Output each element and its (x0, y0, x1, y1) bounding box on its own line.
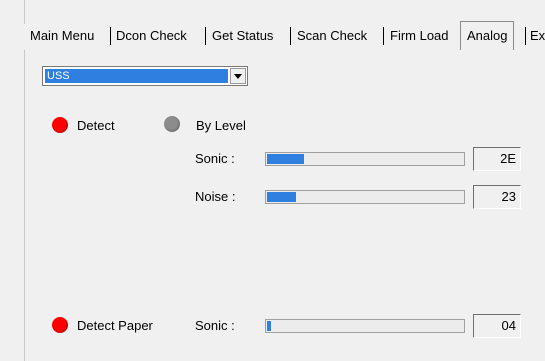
tab-separator (290, 27, 291, 45)
detect-label: Detect (77, 118, 115, 133)
paper-sonic-value: 04 (473, 314, 521, 338)
by-level-indicator-icon (164, 116, 180, 132)
tab-dcon-check[interactable]: Dcon Check (116, 24, 187, 48)
analog-panel (30, 50, 545, 361)
tab-get-status[interactable]: Get Status (212, 24, 273, 48)
paper-sonic-level-fill (267, 321, 271, 331)
tab-bar: Main Menu Dcon Check Get Status Scan Che… (20, 21, 545, 50)
tab-separator (205, 27, 206, 45)
tab-ex[interactable]: Ex (530, 24, 545, 48)
tab-separator (110, 27, 111, 45)
sensor-select[interactable]: USS (42, 66, 248, 86)
tab-main-menu[interactable]: Main Menu (30, 24, 94, 48)
tab-separator (525, 27, 526, 45)
paper-sonic-label: Sonic : (195, 318, 235, 333)
detect-indicator-icon (52, 117, 68, 133)
tab-firm-load[interactable]: Firm Load (390, 24, 449, 48)
tab-separator (383, 27, 384, 45)
chevron-down-icon[interactable] (230, 68, 246, 84)
paper-sonic-level-bar (265, 319, 465, 333)
tab-scan-check[interactable]: Scan Check (297, 24, 367, 48)
sonic-level-bar (265, 152, 465, 166)
detect-paper-label: Detect Paper (77, 318, 153, 333)
tab-analog[interactable]: Analog (460, 21, 515, 50)
noise-level-bar (265, 190, 465, 204)
sonic-value: 2E (473, 147, 521, 171)
window-edge (24, 0, 25, 361)
by-level-label: By Level (196, 118, 246, 133)
noise-label: Noise : (195, 189, 236, 204)
sonic-level-fill (267, 154, 304, 164)
sonic-label: Sonic : (195, 151, 235, 166)
sensor-select-value: USS (45, 69, 228, 83)
detect-paper-indicator-icon (52, 317, 68, 333)
noise-level-fill (267, 192, 296, 202)
noise-value: 23 (473, 185, 521, 209)
